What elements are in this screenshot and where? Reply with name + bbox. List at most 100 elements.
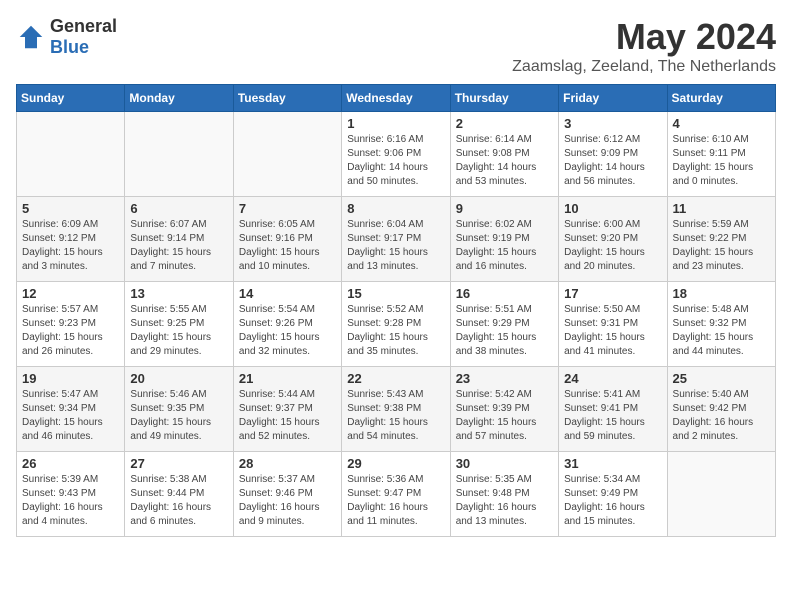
day-cell: 9 Sunrise: 6:02 AM Sunset: 9:19 PM Daylig…: [450, 197, 558, 282]
day-number: 16: [456, 286, 553, 301]
weekday-header-saturday: Saturday: [667, 85, 775, 112]
day-cell: 28 Sunrise: 5:37 AM Sunset: 9:46 PM Dayli…: [233, 452, 341, 537]
day-info: Sunrise: 5:48 AM Sunset: 9:32 PM Dayligh…: [673, 303, 770, 359]
day-cell: 17 Sunrise: 5:50 AM Sunset: 9:31 PM Dayli…: [559, 282, 667, 367]
calendar-table: SundayMondayTuesdayWednesdayThursdayFrid…: [16, 84, 776, 537]
day-info: Sunrise: 5:59 AM Sunset: 9:22 PM Dayligh…: [673, 218, 770, 274]
day-info: Sunrise: 5:51 AM Sunset: 9:29 PM Dayligh…: [456, 303, 553, 359]
location-title: Zaamslag, Zeeland, The Netherlands: [512, 58, 776, 76]
day-info: Sunrise: 5:35 AM Sunset: 9:48 PM Dayligh…: [456, 473, 553, 529]
day-number: 20: [130, 371, 227, 386]
day-info: Sunrise: 5:54 AM Sunset: 9:26 PM Dayligh…: [239, 303, 336, 359]
day-cell: 18 Sunrise: 5:48 AM Sunset: 9:32 PM Dayli…: [667, 282, 775, 367]
day-info: Sunrise: 5:42 AM Sunset: 9:39 PM Dayligh…: [456, 388, 553, 444]
day-cell: [667, 452, 775, 537]
weekday-header-tuesday: Tuesday: [233, 85, 341, 112]
day-info: Sunrise: 5:40 AM Sunset: 9:42 PM Dayligh…: [673, 388, 770, 444]
day-cell: 2Sunrise: 6:14 AM Sunset: 9:08 PM Daylig…: [450, 112, 558, 197]
day-number: 5: [22, 201, 119, 216]
logo-general: General: [50, 16, 117, 36]
weekday-header-friday: Friday: [559, 85, 667, 112]
day-number: 14: [239, 286, 336, 301]
day-info: Sunrise: 5:52 AM Sunset: 9:28 PM Dayligh…: [347, 303, 444, 359]
day-number: 10: [564, 201, 661, 216]
day-cell: [17, 112, 125, 197]
day-info: Sunrise: 5:46 AM Sunset: 9:35 PM Dayligh…: [130, 388, 227, 444]
day-cell: 4 Sunrise: 6:10 AM Sunset: 9:11 PM Daylig…: [667, 112, 775, 197]
week-row-5: 26 Sunrise: 5:39 AM Sunset: 9:43 PM Dayli…: [17, 452, 776, 537]
day-cell: 19Sunrise: 5:47 AM Sunset: 9:34 PM Dayli…: [17, 367, 125, 452]
day-cell: 5 Sunrise: 6:09 AM Sunset: 9:12 PM Daylig…: [17, 197, 125, 282]
day-info: Sunrise: 6:09 AM Sunset: 9:12 PM Dayligh…: [22, 218, 119, 274]
day-cell: 27 Sunrise: 5:38 AM Sunset: 9:44 PM Dayli…: [125, 452, 233, 537]
day-cell: 22Sunrise: 5:43 AM Sunset: 9:38 PM Dayli…: [342, 367, 450, 452]
day-number: 13: [130, 286, 227, 301]
weekday-header-wednesday: Wednesday: [342, 85, 450, 112]
day-info: Sunrise: 6:10 AM Sunset: 9:11 PM Dayligh…: [673, 133, 770, 189]
day-number: 8: [347, 201, 444, 216]
day-number: 18: [673, 286, 770, 301]
day-cell: 15Sunrise: 5:52 AM Sunset: 9:28 PM Dayli…: [342, 282, 450, 367]
day-cell: 31 Sunrise: 5:34 AM Sunset: 9:49 PM Dayli…: [559, 452, 667, 537]
day-number: 4: [673, 116, 770, 131]
day-info: Sunrise: 6:02 AM Sunset: 9:19 PM Dayligh…: [456, 218, 553, 274]
day-info: Sunrise: 5:39 AM Sunset: 9:43 PM Dayligh…: [22, 473, 119, 529]
day-info: Sunrise: 5:41 AM Sunset: 9:41 PM Dayligh…: [564, 388, 661, 444]
day-cell: 1 Sunrise: 6:16 AM Sunset: 9:06 PM Daylig…: [342, 112, 450, 197]
title-block: May 2024 Zaamslag, Zeeland, The Netherla…: [512, 16, 776, 76]
day-number: 29: [347, 456, 444, 471]
day-number: 9: [456, 201, 553, 216]
day-number: 27: [130, 456, 227, 471]
day-cell: [125, 112, 233, 197]
day-number: 23: [456, 371, 553, 386]
day-cell: 3 Sunrise: 6:12 AM Sunset: 9:09 PM Daylig…: [559, 112, 667, 197]
day-info: Sunrise: 6:16 AM Sunset: 9:06 PM Dayligh…: [347, 133, 444, 189]
day-info: Sunrise: 5:38 AM Sunset: 9:44 PM Dayligh…: [130, 473, 227, 529]
weekday-header-thursday: Thursday: [450, 85, 558, 112]
day-info: Sunrise: 5:36 AM Sunset: 9:47 PM Dayligh…: [347, 473, 444, 529]
day-info: Sunrise: 5:34 AM Sunset: 9:49 PM Dayligh…: [564, 473, 661, 529]
day-cell: 12Sunrise: 5:57 AM Sunset: 9:23 PM Dayli…: [17, 282, 125, 367]
week-row-1: 1 Sunrise: 6:16 AM Sunset: 9:06 PM Daylig…: [17, 112, 776, 197]
logo: General Blue: [16, 16, 117, 58]
weekday-header-monday: Monday: [125, 85, 233, 112]
day-number: 28: [239, 456, 336, 471]
day-info: Sunrise: 5:55 AM Sunset: 9:25 PM Dayligh…: [130, 303, 227, 359]
day-cell: 23 Sunrise: 5:42 AM Sunset: 9:39 PM Dayli…: [450, 367, 558, 452]
day-number: 3: [564, 116, 661, 131]
day-cell: 29 Sunrise: 5:36 AM Sunset: 9:47 PM Dayli…: [342, 452, 450, 537]
day-cell: 24Sunrise: 5:41 AM Sunset: 9:41 PM Dayli…: [559, 367, 667, 452]
day-info: Sunrise: 6:12 AM Sunset: 9:09 PM Dayligh…: [564, 133, 661, 189]
page-header: General Blue May 2024 Zaamslag, Zeeland,…: [16, 16, 776, 76]
day-info: Sunrise: 5:57 AM Sunset: 9:23 PM Dayligh…: [22, 303, 119, 359]
day-cell: 11Sunrise: 5:59 AM Sunset: 9:22 PM Dayli…: [667, 197, 775, 282]
day-number: 31: [564, 456, 661, 471]
day-number: 30: [456, 456, 553, 471]
day-info: Sunrise: 6:00 AM Sunset: 9:20 PM Dayligh…: [564, 218, 661, 274]
logo-blue: Blue: [50, 37, 89, 57]
day-info: Sunrise: 6:14 AM Sunset: 9:08 PM Dayligh…: [456, 133, 553, 189]
week-row-2: 5 Sunrise: 6:09 AM Sunset: 9:12 PM Daylig…: [17, 197, 776, 282]
weekday-header-row: SundayMondayTuesdayWednesdayThursdayFrid…: [17, 85, 776, 112]
day-cell: 14 Sunrise: 5:54 AM Sunset: 9:26 PM Dayli…: [233, 282, 341, 367]
day-info: Sunrise: 6:04 AM Sunset: 9:17 PM Dayligh…: [347, 218, 444, 274]
day-number: 17: [564, 286, 661, 301]
day-info: Sunrise: 5:44 AM Sunset: 9:37 PM Dayligh…: [239, 388, 336, 444]
day-number: 1: [347, 116, 444, 131]
day-cell: 26 Sunrise: 5:39 AM Sunset: 9:43 PM Dayli…: [17, 452, 125, 537]
day-info: Sunrise: 5:50 AM Sunset: 9:31 PM Dayligh…: [564, 303, 661, 359]
day-number: 26: [22, 456, 119, 471]
day-info: Sunrise: 5:43 AM Sunset: 9:38 PM Dayligh…: [347, 388, 444, 444]
logo-icon: [16, 22, 46, 52]
weekday-header-sunday: Sunday: [17, 85, 125, 112]
day-info: Sunrise: 6:05 AM Sunset: 9:16 PM Dayligh…: [239, 218, 336, 274]
week-row-4: 19Sunrise: 5:47 AM Sunset: 9:34 PM Dayli…: [17, 367, 776, 452]
day-cell: 20 Sunrise: 5:46 AM Sunset: 9:35 PM Dayli…: [125, 367, 233, 452]
day-number: 19: [22, 371, 119, 386]
day-number: 25: [673, 371, 770, 386]
day-cell: 30 Sunrise: 5:35 AM Sunset: 9:48 PM Dayli…: [450, 452, 558, 537]
week-row-3: 12Sunrise: 5:57 AM Sunset: 9:23 PM Dayli…: [17, 282, 776, 367]
day-number: 6: [130, 201, 227, 216]
day-info: Sunrise: 5:37 AM Sunset: 9:46 PM Dayligh…: [239, 473, 336, 529]
month-title: May 2024: [512, 16, 776, 58]
